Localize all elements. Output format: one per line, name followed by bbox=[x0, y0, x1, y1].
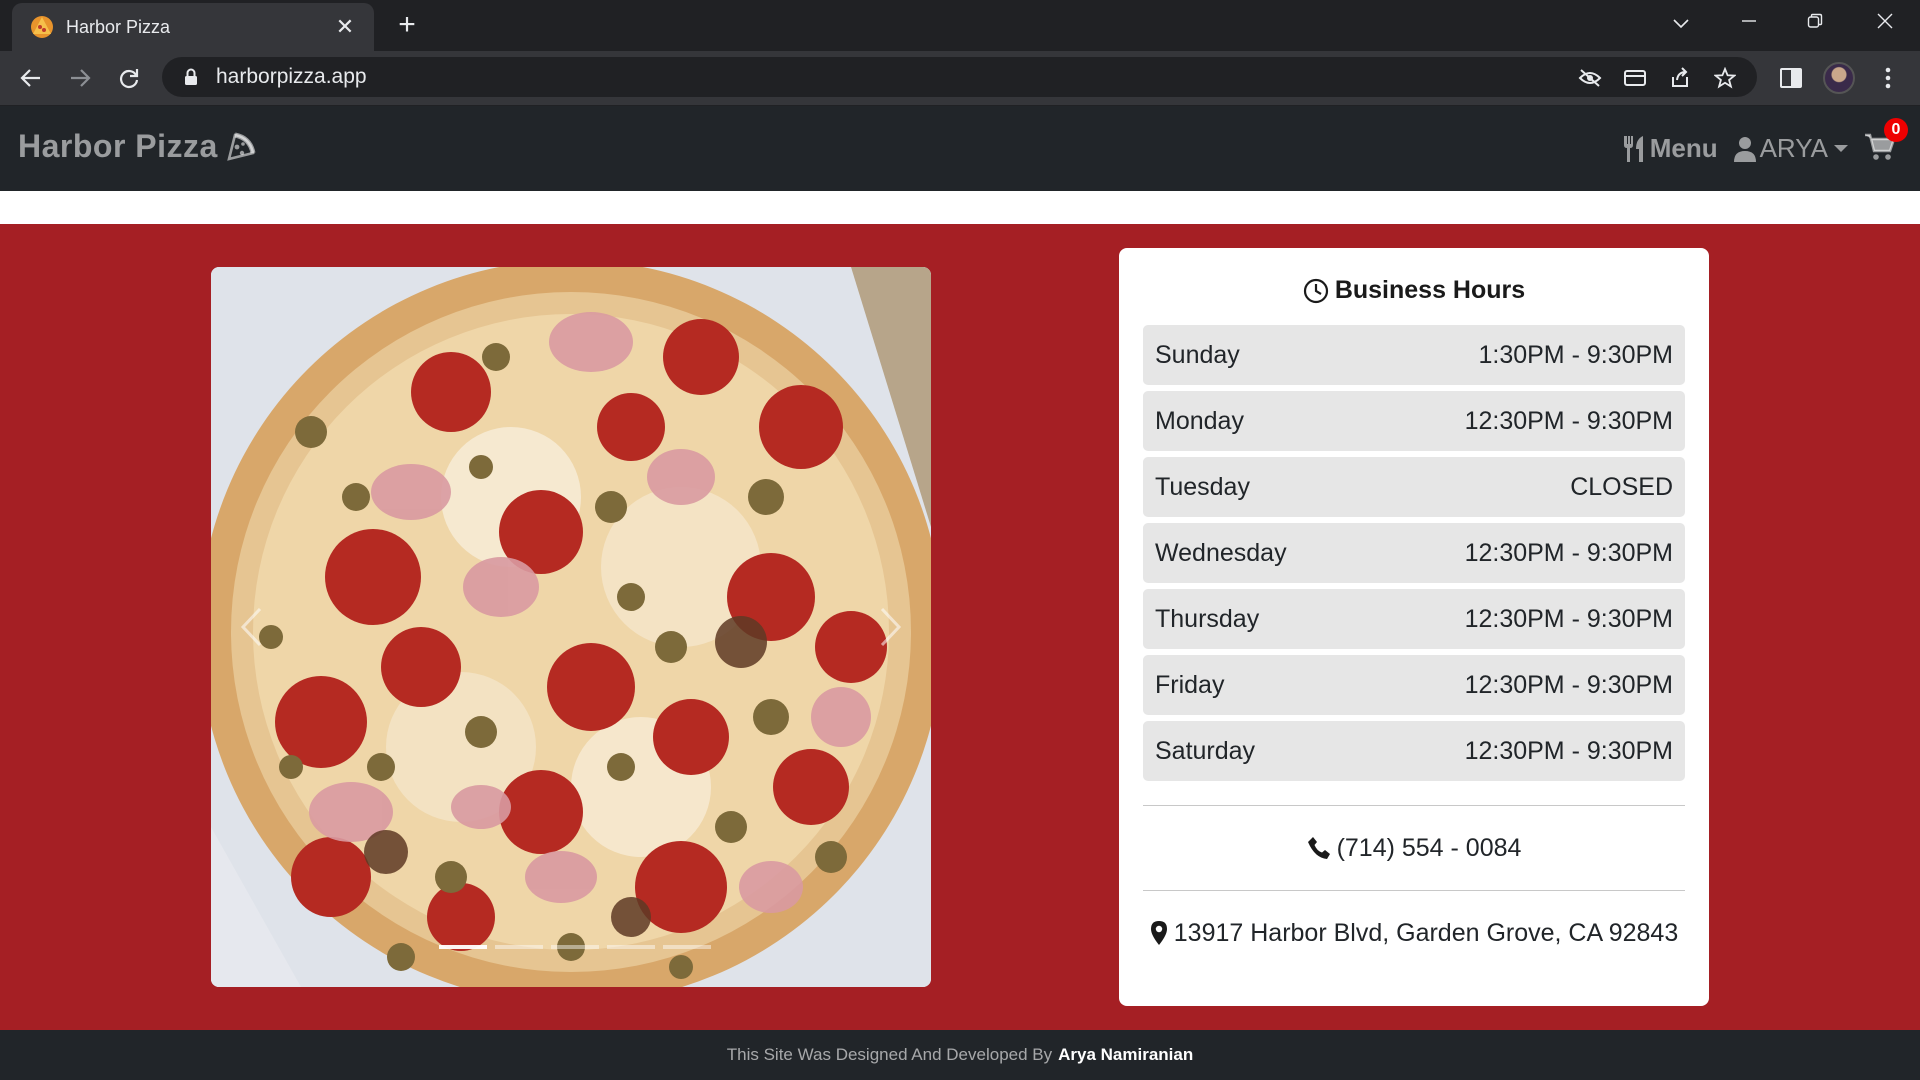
star-icon[interactable] bbox=[1712, 65, 1738, 91]
clock-icon bbox=[1303, 278, 1328, 303]
time-label: 12:30PM - 9:30PM bbox=[1464, 670, 1673, 699]
hours-row-sunday: Sunday 1:30PM - 9:30PM bbox=[1143, 325, 1685, 385]
pizza-photo bbox=[211, 267, 931, 987]
window-close-icon[interactable] bbox=[1868, 8, 1902, 38]
menu-link[interactable]: Menu bbox=[1622, 133, 1718, 164]
card-icon[interactable] bbox=[1622, 65, 1648, 91]
address-line[interactable]: 13917 Harbor Blvd, Garden Grove, CA 9284… bbox=[1143, 891, 1685, 975]
day-label: Monday bbox=[1155, 406, 1244, 435]
time-label: 12:30PM - 9:30PM bbox=[1464, 736, 1673, 765]
kebab-icon[interactable] bbox=[1873, 63, 1903, 93]
tab-close-icon[interactable]: ✕ bbox=[332, 14, 358, 40]
carousel-indicators bbox=[439, 945, 711, 949]
new-tab-icon[interactable]: + bbox=[390, 8, 424, 42]
reload-icon[interactable] bbox=[112, 61, 146, 95]
carousel-indicator[interactable] bbox=[663, 945, 711, 949]
minimize-icon[interactable] bbox=[1732, 8, 1766, 38]
hours-row-friday: Friday 12:30PM - 9:30PM bbox=[1143, 655, 1685, 715]
forward-icon[interactable] bbox=[63, 61, 97, 95]
carousel-indicator[interactable] bbox=[439, 945, 487, 949]
footer-prefix: This Site Was Designed And Developed By bbox=[726, 1045, 1053, 1064]
phone-line[interactable]: (714) 554 - 0084 bbox=[1143, 806, 1685, 890]
user-dropdown[interactable]: ARYA bbox=[1733, 133, 1848, 164]
business-hours-card: Business Hours Sunday 1:30PM - 9:30PM Mond… bbox=[1119, 248, 1709, 1006]
hours-title: Business Hours bbox=[1143, 276, 1685, 305]
menu-label: Menu bbox=[1649, 133, 1718, 163]
side-panel-icon[interactable] bbox=[1776, 63, 1806, 93]
cart-button[interactable]: 0 bbox=[1864, 117, 1908, 166]
carousel-indicator[interactable] bbox=[495, 945, 543, 949]
carousel-next-icon[interactable] bbox=[861, 587, 921, 667]
carousel-prev-icon[interactable] bbox=[221, 587, 281, 667]
brand-link[interactable]: Harbor Pizza bbox=[18, 128, 256, 165]
cart-count-badge: 0 bbox=[1884, 117, 1908, 142]
address-bar[interactable]: harborpizza.app bbox=[162, 57, 1757, 97]
hours-row-saturday: Saturday 12:30PM - 9:30PM bbox=[1143, 721, 1685, 781]
day-label: Sunday bbox=[1155, 340, 1240, 369]
carousel-indicator[interactable] bbox=[551, 945, 599, 949]
time-label: 12:30PM - 9:30PM bbox=[1464, 538, 1673, 567]
nav-right-group: Menu ARYA 0 bbox=[1622, 106, 1920, 191]
day-label: Wednesday bbox=[1155, 538, 1287, 567]
site-navbar: Harbor Pizza Menu ARYA 0 bbox=[0, 106, 1920, 191]
day-label: Thursday bbox=[1155, 604, 1260, 633]
url-text: harborpizza.app bbox=[216, 65, 367, 88]
hours-row-tuesday: Tuesday CLOSED bbox=[1143, 457, 1685, 517]
back-icon[interactable] bbox=[14, 61, 48, 95]
share-icon[interactable] bbox=[1667, 65, 1693, 91]
restore-icon[interactable] bbox=[1798, 8, 1832, 38]
hours-title-text: Business Hours bbox=[1334, 276, 1526, 304]
tab-title: Harbor Pizza bbox=[66, 16, 171, 37]
hero-section: Business Hours Sunday 1:30PM - 9:30PM Mond… bbox=[0, 224, 1920, 1030]
white-spacer bbox=[0, 191, 1920, 224]
hours-row-monday: Monday 12:30PM - 9:30PM bbox=[1143, 391, 1685, 451]
profile-avatar[interactable] bbox=[1823, 62, 1855, 94]
hours-row-thursday: Thursday 12:30PM - 9:30PM bbox=[1143, 589, 1685, 649]
tab-search-icon[interactable] bbox=[1664, 8, 1698, 38]
address-text: 13917 Harbor Blvd, Garden Grove, CA 9284… bbox=[1173, 918, 1679, 947]
eye-off-icon[interactable] bbox=[1577, 65, 1603, 91]
hours-row-wednesday: Wednesday 12:30PM - 9:30PM bbox=[1143, 523, 1685, 583]
day-label: Friday bbox=[1155, 670, 1225, 699]
pizza-carousel[interactable] bbox=[211, 267, 931, 987]
user-label: ARYA bbox=[1759, 133, 1828, 163]
phone-icon bbox=[1307, 837, 1330, 859]
pizza-slice-icon bbox=[227, 132, 256, 161]
lock-icon[interactable] bbox=[180, 66, 202, 88]
time-label: CLOSED bbox=[1570, 472, 1673, 501]
browser-toolbar: harborpizza.app bbox=[0, 51, 1920, 105]
time-label: 1:30PM - 9:30PM bbox=[1478, 340, 1673, 369]
phone-number: (714) 554 - 0084 bbox=[1336, 833, 1522, 862]
time-label: 12:30PM - 9:30PM bbox=[1464, 406, 1673, 435]
browser-tabstrip: Harbor Pizza ✕ + bbox=[0, 0, 1920, 51]
day-label: Tuesday bbox=[1155, 472, 1250, 501]
favicon-pizza bbox=[31, 16, 53, 38]
browser-tab[interactable]: Harbor Pizza ✕ bbox=[12, 3, 374, 51]
hours-list: Sunday 1:30PM - 9:30PM Monday 12:30PM - 9:3… bbox=[1143, 325, 1685, 781]
utensils-icon bbox=[1623, 135, 1643, 162]
caret-down-icon bbox=[1834, 145, 1848, 152]
day-label: Saturday bbox=[1155, 736, 1256, 765]
time-label: 12:30PM - 9:30PM bbox=[1464, 604, 1673, 633]
map-pin-icon bbox=[1150, 921, 1167, 945]
footer-author: Arya Namiranian bbox=[1058, 1045, 1194, 1064]
site-footer: This Site Was Designed And Developed By … bbox=[0, 1030, 1920, 1080]
user-icon bbox=[1733, 136, 1756, 162]
brand-name: Harbor Pizza bbox=[18, 128, 218, 164]
carousel-indicator[interactable] bbox=[607, 945, 655, 949]
